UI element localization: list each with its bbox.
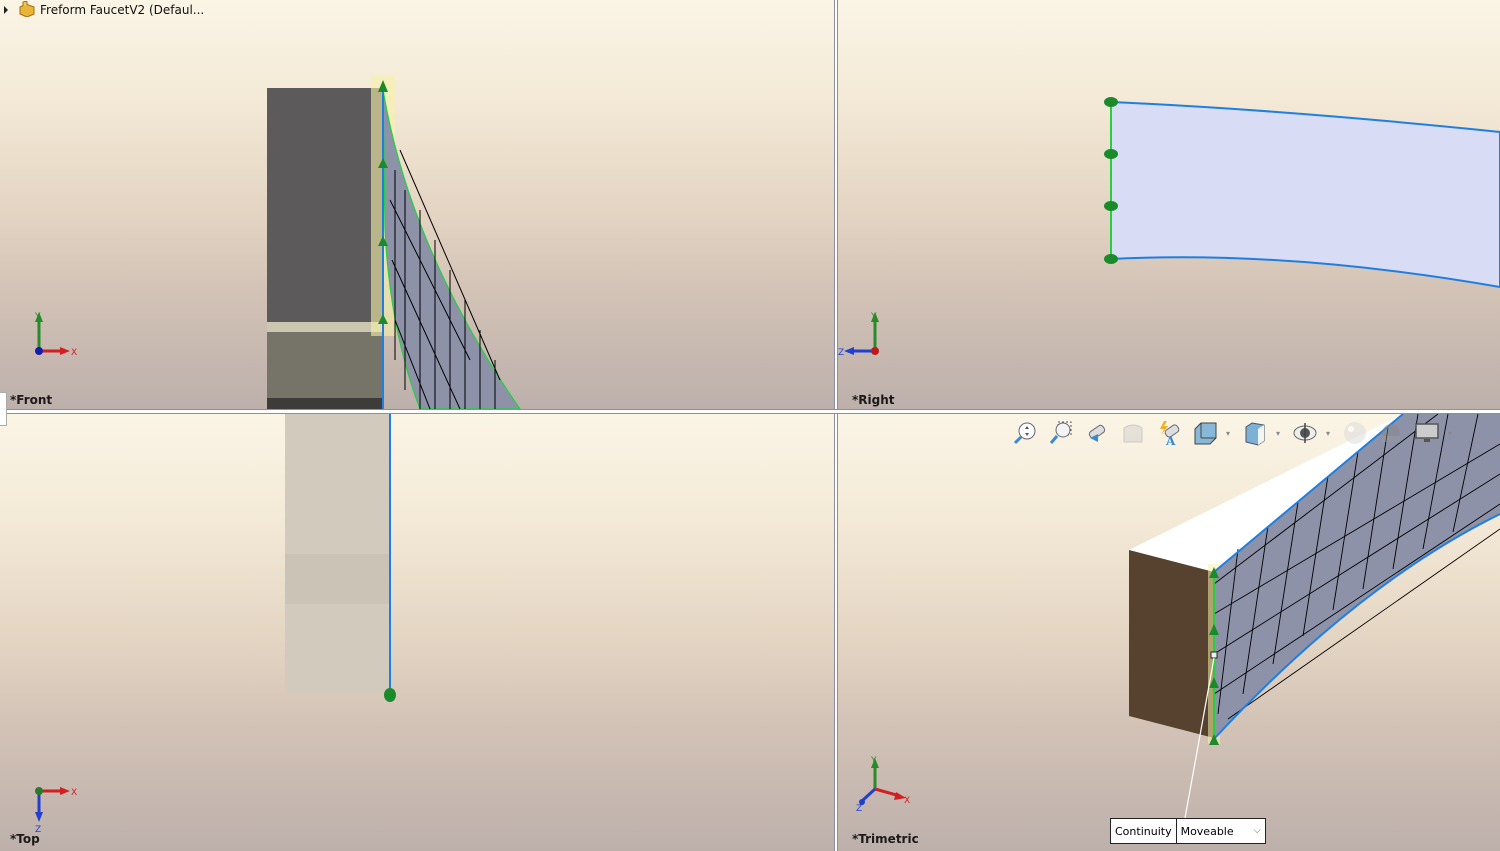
triangle-right-icon[interactable]: [4, 6, 8, 14]
svg-text:Z: Z: [838, 348, 844, 358]
panel-collapse-tab[interactable]: [0, 392, 7, 426]
continuity-select[interactable]: Moveable ⌵: [1177, 819, 1265, 843]
body-highlight: [267, 322, 383, 332]
triad-front: Y X: [34, 312, 77, 358]
callout-anchor[interactable]: [1210, 651, 1218, 659]
hide-show-dropdown[interactable]: ▾: [1326, 429, 1334, 438]
scene-icon[interactable]: [1376, 418, 1406, 448]
zoom-to-fit-icon[interactable]: [1010, 418, 1040, 448]
viewport-splitter-vertical[interactable]: [834, 0, 838, 851]
section-view-icon[interactable]: [1118, 418, 1148, 448]
svg-text:X: X: [71, 348, 77, 358]
svg-text:X: X: [71, 788, 77, 798]
front-model: Y X: [34, 76, 521, 409]
continuity-label: Continuity: [1111, 819, 1177, 843]
triad-right: Y Z: [838, 312, 879, 358]
control-handle[interactable]: [384, 688, 396, 702]
feature-tree-root[interactable]: Freform FaucetV2 (Defaul...: [0, 0, 204, 20]
display-style-dropdown[interactable]: ▾: [1276, 429, 1284, 438]
svg-text:Y: Y: [34, 312, 41, 322]
heads-up-view-toolbar: A ▾ ▾ ▾ ▾: [1010, 418, 1456, 448]
triad-top: X Z: [35, 787, 77, 835]
body-front-face: [1129, 550, 1214, 738]
body-lower-face: [267, 322, 383, 409]
continuity-callout: Continuity Moveable ⌵: [1110, 818, 1266, 844]
freeform-surface: [382, 89, 521, 409]
top-model: X Z: [35, 414, 396, 835]
view-label-trimetric: *Trimetric: [852, 832, 919, 846]
svg-text:A: A: [1165, 434, 1176, 446]
viewport-trimetric[interactable]: Y X Z *Trimetric: [838, 414, 1500, 851]
viewport-right[interactable]: Y Z *Right: [838, 0, 1500, 409]
svg-text:Y: Y: [870, 756, 877, 766]
trimetric-model: Y X Z: [856, 414, 1500, 819]
view-label-top: *Top: [10, 832, 40, 846]
freeform-surface: [1214, 414, 1500, 739]
viewport-front[interactable]: Y X *Front: [0, 0, 834, 409]
view-orientation-dropdown[interactable]: ▾: [1226, 429, 1234, 438]
svg-text:Y: Y: [870, 312, 877, 322]
eye-icon[interactable]: [1290, 418, 1320, 448]
body-shadow: [267, 398, 383, 409]
previous-view-icon[interactable]: [1082, 418, 1112, 448]
view-settings-dropdown[interactable]: ▾: [1448, 429, 1456, 438]
chevron-down-icon: ⌵: [1253, 826, 1261, 836]
svg-text:X: X: [904, 796, 910, 806]
freeform-surface: [1110, 100, 1500, 289]
viewport-top[interactable]: X Z *Top: [0, 414, 834, 851]
view-label-front: *Front: [10, 393, 53, 407]
appearance-icon[interactable]: [1340, 418, 1370, 448]
triad-trimetric: Y X Z: [856, 756, 910, 814]
display-style-icon[interactable]: [1240, 418, 1270, 448]
part-icon: [18, 0, 36, 20]
right-model: Y Z: [838, 97, 1500, 358]
dynamic-annotation-icon[interactable]: A: [1154, 418, 1184, 448]
view-orientation-icon[interactable]: [1190, 418, 1220, 448]
zoom-to-area-icon[interactable]: [1046, 418, 1076, 448]
monitor-icon[interactable]: [1412, 418, 1442, 448]
viewport-splitter-horizontal[interactable]: [0, 409, 1500, 414]
continuity-value: Moveable: [1180, 824, 1234, 838]
body-face: [267, 88, 383, 322]
svg-text:Z: Z: [856, 804, 862, 814]
view-label-right: *Right: [852, 393, 895, 407]
document-title: Freform FaucetV2 (Defaul...: [40, 3, 205, 17]
